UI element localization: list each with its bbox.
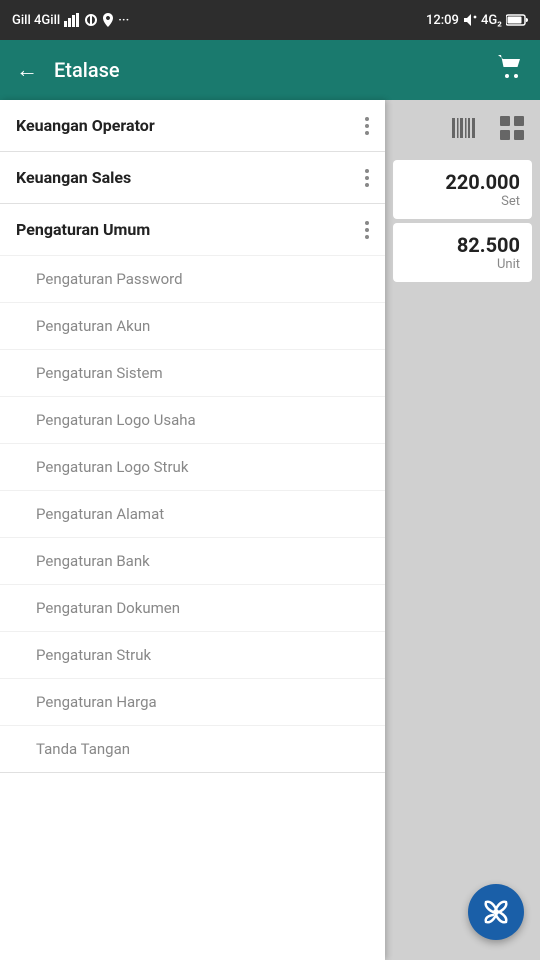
product-price-1: 82.500 [457, 233, 520, 257]
menu-section-keuangan-sales: Keuangan Sales [0, 152, 385, 204]
menu-item-pengaturan-logo-usaha[interactable]: Pengaturan Logo Usaha [0, 396, 385, 443]
menu-item-tanda-tangan[interactable]: Tanda Tangan [0, 725, 385, 772]
menu-item-pengaturan-alamat[interactable]: Pengaturan Alamat [0, 490, 385, 537]
status-left: Gill 4Gill ··· [12, 13, 129, 28]
carrier-text: Gill 4Gill [12, 13, 60, 28]
menu-item-pengaturan-akun[interactable]: Pengaturan Akun [0, 302, 385, 349]
keuangan-operator-header[interactable]: Keuangan Operator [0, 100, 385, 151]
location-icon [102, 13, 114, 27]
more-options-icon[interactable] [365, 169, 369, 187]
right-panel: 220.000 Set 82.500 Unit [385, 100, 540, 960]
propeller-icon [480, 896, 512, 928]
product-card-0[interactable]: 220.000 Set [393, 160, 532, 219]
product-unit-1: Unit [497, 257, 520, 272]
more-options-icon[interactable] [365, 221, 369, 239]
product-cards: 220.000 Set 82.500 Unit [385, 156, 540, 286]
status-bar: Gill 4Gill ··· 12:09 4G₂ [0, 0, 540, 40]
keuangan-sales-label: Keuangan Sales [16, 168, 131, 187]
menu-item-pengaturan-dokumen[interactable]: Pengaturan Dokumen [0, 584, 385, 631]
pengaturan-umum-label: Pengaturan Umum [16, 220, 150, 239]
menu-item-pengaturan-password[interactable]: Pengaturan Password [0, 255, 385, 302]
time-text: 12:09 [426, 13, 459, 28]
sidebar: Keuangan Operator Keuangan Sales [0, 100, 385, 960]
barcode-view-button[interactable] [444, 108, 484, 148]
menu-item-pengaturan-struk[interactable]: Pengaturan Struk [0, 631, 385, 678]
product-card-1[interactable]: 82.500 Unit [393, 223, 532, 282]
more-options-icon[interactable] [365, 117, 369, 135]
right-toolbar [385, 100, 540, 156]
header: ← Etalase [0, 40, 540, 100]
barcode-icon [450, 114, 478, 142]
menu-item-pengaturan-logo-struk[interactable]: Pengaturan Logo Struk [0, 443, 385, 490]
usb-icon [84, 13, 98, 27]
fab-button[interactable] [468, 884, 524, 940]
grid-icon [498, 114, 526, 142]
page-title: Etalase [54, 58, 496, 82]
product-unit-0: Set [501, 194, 520, 209]
product-price-0: 220.000 [445, 170, 520, 194]
menu-section-keuangan-operator: Keuangan Operator [0, 100, 385, 152]
dots-status: ··· [118, 13, 129, 28]
keuangan-operator-label: Keuangan Operator [16, 116, 155, 135]
status-right: 12:09 4G₂ [426, 13, 528, 28]
keuangan-sales-header[interactable]: Keuangan Sales [0, 152, 385, 203]
menu-item-pengaturan-bank[interactable]: Pengaturan Bank [0, 537, 385, 584]
battery-icon [506, 14, 528, 26]
grid-view-button[interactable] [492, 108, 532, 148]
cart-button[interactable] [496, 53, 524, 87]
main-content: Keuangan Operator Keuangan Sales [0, 100, 540, 960]
menu-section-pengaturan-umum: Pengaturan Umum Pengaturan Password Peng… [0, 204, 385, 773]
menu-item-pengaturan-sistem[interactable]: Pengaturan Sistem [0, 349, 385, 396]
pengaturan-umum-header[interactable]: Pengaturan Umum [0, 204, 385, 255]
network-4g2: 4G₂ [481, 13, 502, 28]
cart-icon [496, 53, 524, 81]
signal-icon [64, 13, 80, 27]
mute-icon [463, 13, 477, 27]
back-button[interactable]: ← [16, 57, 38, 83]
menu-item-pengaturan-harga[interactable]: Pengaturan Harga [0, 678, 385, 725]
